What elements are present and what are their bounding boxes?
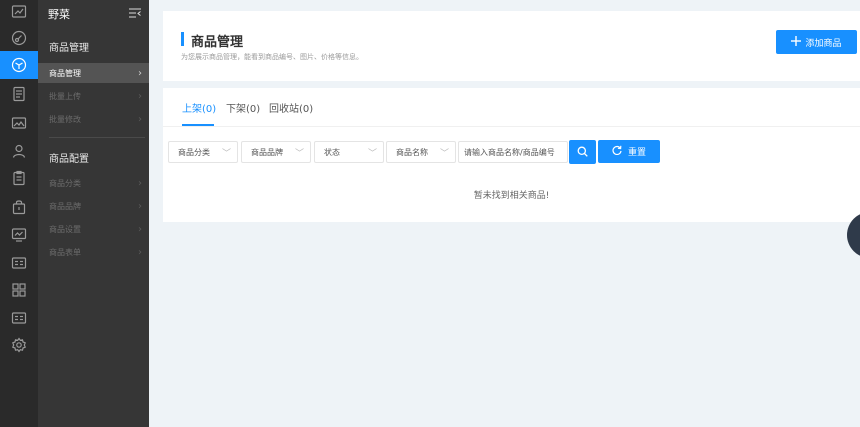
chevron-right-icon: › bbox=[138, 200, 142, 212]
icon-rail bbox=[0, 0, 38, 427]
chevron-down-icon: ﹀ bbox=[439, 148, 449, 159]
chevron-right-icon: › bbox=[138, 67, 142, 79]
tab-on-shelf[interactable]: 上架(0) bbox=[182, 100, 216, 115]
grid-icon[interactable] bbox=[0, 279, 38, 301]
chevron-right-icon: › bbox=[138, 177, 142, 189]
cube-icon[interactable] bbox=[0, 51, 38, 79]
chart-icon[interactable] bbox=[0, 1, 38, 23]
add-product-button[interactable]: 添加商品 bbox=[776, 30, 857, 54]
collapse-menu-icon[interactable] bbox=[129, 8, 141, 21]
title-accent-bar bbox=[181, 32, 184, 46]
secondary-nav: 野菜 商品管理 商品管理 › 批量上传 › 批量修改 › 商品配置 商品分类 ›… bbox=[38, 0, 149, 427]
group-title-product-management: 商品管理 bbox=[49, 43, 89, 54]
search-button[interactable] bbox=[569, 140, 596, 164]
page-header-card: 商品管理 为您展示商品管理，能看到商品编号、图片、价格等信息。 添加商品 bbox=[163, 11, 860, 81]
plus-icon bbox=[791, 35, 802, 49]
chevron-right-icon: › bbox=[138, 223, 142, 235]
status-select-value: 状态 bbox=[324, 147, 340, 157]
nav-item-batch-edit[interactable]: 批量修改 › bbox=[38, 109, 149, 129]
status-select[interactable]: 状态 ﹀ bbox=[314, 141, 384, 163]
category-select[interactable]: 商品分类 ﹀ bbox=[168, 141, 238, 163]
page-title: 商品管理 bbox=[191, 35, 244, 50]
reset-button[interactable]: 重置 bbox=[598, 140, 660, 163]
nav-item-product-management[interactable]: 商品管理 › bbox=[38, 63, 149, 83]
tab-recycle-bin[interactable]: 回收站(0) bbox=[269, 100, 313, 115]
nav-item-product-form[interactable]: 商品表单 › bbox=[38, 242, 149, 262]
chevron-right-icon: › bbox=[138, 246, 142, 258]
id-card-icon[interactable] bbox=[0, 252, 38, 274]
tab-off-shelf[interactable]: 下架(0) bbox=[226, 100, 260, 115]
add-product-label: 添加商品 bbox=[805, 38, 842, 49]
bag-icon[interactable] bbox=[0, 196, 38, 218]
refresh-icon bbox=[612, 145, 622, 158]
chevron-down-icon: ﹀ bbox=[294, 148, 304, 159]
nav-item-label: 商品表单 bbox=[49, 247, 81, 257]
search-input[interactable] bbox=[458, 141, 568, 163]
image-icon[interactable] bbox=[0, 112, 38, 134]
group-title-product-config: 商品配置 bbox=[49, 154, 89, 165]
store-name: 野菜 bbox=[48, 8, 70, 21]
nav-item-product-category[interactable]: 商品分类 › bbox=[38, 173, 149, 193]
nav-item-label: 商品设置 bbox=[49, 224, 81, 234]
nav-item-label: 商品品牌 bbox=[49, 201, 81, 211]
chevron-down-icon: ﹀ bbox=[367, 148, 377, 159]
chevron-right-icon: › bbox=[138, 113, 142, 125]
nav-item-label: 商品分类 bbox=[49, 178, 81, 188]
chevron-right-icon: › bbox=[138, 90, 142, 102]
product-list-card: 上架(0) 下架(0) 回收站(0) 商品分类 ﹀ 商品品牌 ﹀ 状态 ﹀ 商品… bbox=[163, 88, 860, 222]
settings-icon[interactable] bbox=[0, 334, 38, 356]
brand-select-value: 商品品牌 bbox=[251, 147, 283, 157]
category-select-value: 商品分类 bbox=[178, 147, 210, 157]
user-icon[interactable] bbox=[0, 140, 38, 162]
document-icon[interactable] bbox=[0, 83, 38, 105]
nav-item-label: 批量修改 bbox=[49, 114, 81, 124]
nav-divider bbox=[49, 137, 145, 138]
link-icon[interactable] bbox=[0, 27, 38, 49]
nav-item-label: 商品管理 bbox=[49, 68, 81, 78]
subnav-header: 野菜 bbox=[38, 0, 149, 28]
nav-item-product-brand[interactable]: 商品品牌 › bbox=[38, 196, 149, 216]
tabs-divider bbox=[163, 126, 860, 127]
clipboard-icon[interactable] bbox=[0, 167, 38, 189]
nav-item-product-settings[interactable]: 商品设置 › bbox=[38, 219, 149, 239]
empty-state-message: 暂未找到相关商品! bbox=[473, 191, 550, 201]
search-field-select-value: 商品名称 bbox=[396, 147, 428, 157]
id-card-icon[interactable] bbox=[0, 307, 38, 329]
chevron-down-icon: ﹀ bbox=[221, 148, 231, 159]
reset-label: 重置 bbox=[627, 148, 646, 158]
brand-select[interactable]: 商品品牌 ﹀ bbox=[241, 141, 311, 163]
monitor-icon[interactable] bbox=[0, 224, 38, 246]
search-field-select[interactable]: 商品名称 ﹀ bbox=[386, 141, 456, 163]
nav-item-batch-upload[interactable]: 批量上传 › bbox=[38, 86, 149, 106]
search-icon bbox=[577, 145, 588, 160]
page-description: 为您展示商品管理，能看到商品编号、图片、价格等信息。 bbox=[181, 53, 363, 61]
nav-item-label: 批量上传 bbox=[49, 91, 81, 101]
